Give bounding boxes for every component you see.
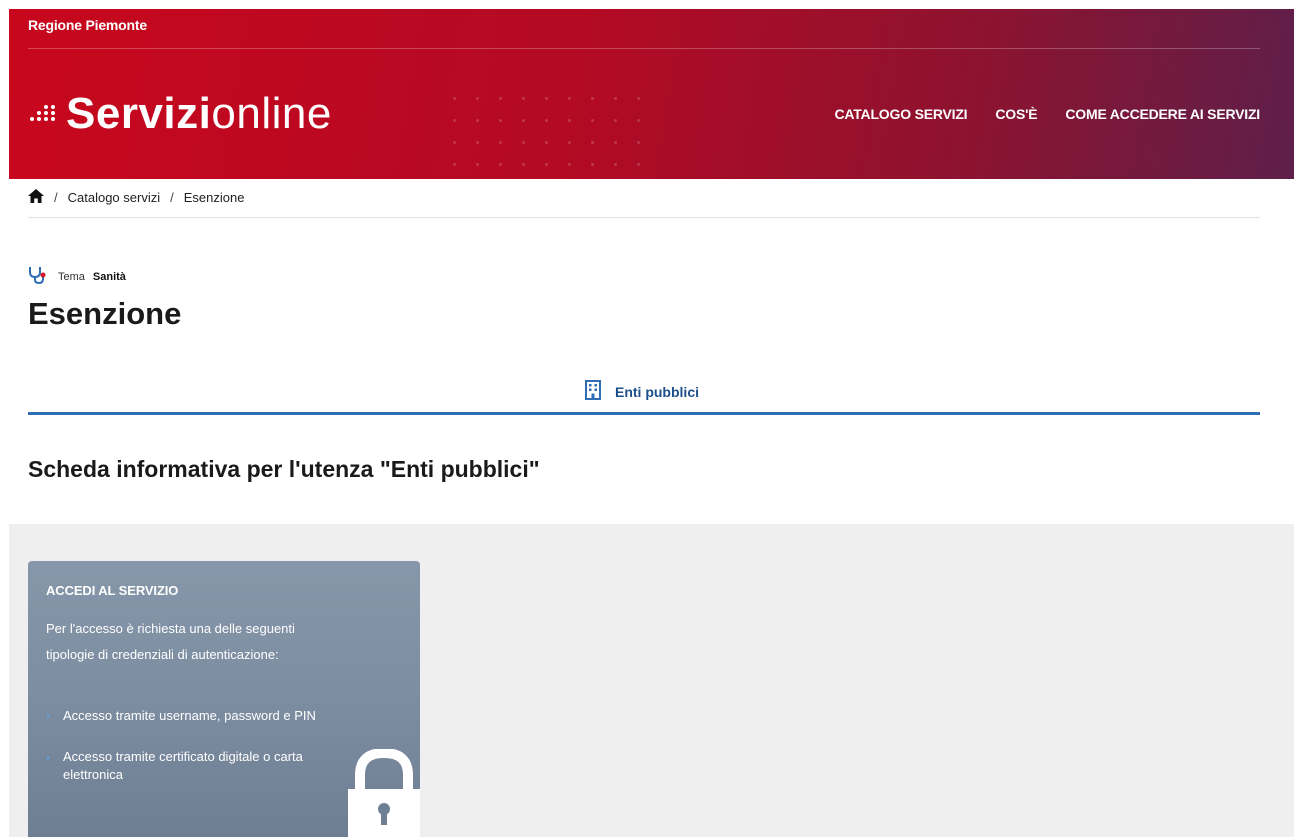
decorative-dot (453, 141, 456, 144)
decorative-dot (522, 119, 525, 122)
decorative-dot (568, 163, 571, 166)
breadcrumb-item-current: Esenzione (183, 190, 245, 205)
decorative-dot (476, 119, 479, 122)
building-icon (585, 380, 601, 403)
decorative-dot (453, 119, 456, 122)
nav-cos-e[interactable]: COS'È (995, 106, 1037, 122)
decorative-dot (637, 119, 640, 122)
decorative-dot (545, 119, 548, 122)
home-icon[interactable] (28, 189, 44, 206)
list-item: › Accesso tramite username, password e PI… (46, 708, 316, 723)
decorative-dot (637, 141, 640, 144)
decorative-dot (476, 163, 479, 166)
card-title: ACCEDI AL SERVIZIO (46, 583, 179, 598)
tab-label: Enti pubblici (615, 383, 699, 400)
decorative-dot (453, 163, 456, 166)
decorative-dot (545, 163, 548, 166)
decorative-dot (591, 141, 594, 144)
decorative-dot (499, 163, 502, 166)
section-subtitle: Scheda informativa per l'utenza "Enti pu… (28, 456, 540, 482)
page-title: Esenzione (28, 296, 182, 331)
decorative-dot (522, 97, 525, 100)
decorative-dot (545, 97, 548, 100)
tab-active-underline (28, 412, 1260, 415)
main-nav: CATALOGO SERVIZI COS'È COME ACCEDERE AI … (834, 106, 1260, 122)
decorative-dot (499, 97, 502, 100)
access-service-card[interactable]: ACCEDI AL SERVIZIO Per l'accesso è richi… (28, 561, 420, 837)
servizionline-logo[interactable]: Servizi online (28, 89, 332, 139)
decorative-dot (453, 97, 456, 100)
decorative-dot (591, 163, 594, 166)
site-header: Regione Piemonte Servizi online CATALOGO … (9, 9, 1294, 179)
decorative-dot (614, 97, 617, 100)
decorative-dot (522, 141, 525, 144)
header-divider (28, 48, 1260, 49)
list-item: › Accesso tramite certificato digitale o … (46, 749, 303, 782)
decorative-dot (476, 97, 479, 100)
breadcrumb-separator: / (170, 190, 174, 205)
credential-list: › Accesso tramite username, password e PI… (46, 707, 316, 807)
theme-value[interactable]: Sanità (93, 271, 126, 283)
decorative-dot (614, 163, 617, 166)
logo-text-strong: Servizi (66, 89, 212, 138)
breadcrumb: / Catalogo servizi / Esenzione (28, 189, 244, 206)
decorative-dot (499, 119, 502, 122)
tab-enti-pubblici[interactable]: Enti pubblici (585, 380, 699, 403)
logo-dots-icon (28, 104, 62, 124)
stethoscope-icon (28, 265, 50, 288)
decorative-dot (499, 141, 502, 144)
chevron-right-icon: › (46, 750, 50, 764)
decorative-dot (568, 119, 571, 122)
nav-come-accedere[interactable]: COME ACCEDERE AI SERVIZI (1065, 106, 1260, 122)
decorative-dot (614, 119, 617, 122)
breadcrumb-divider (28, 217, 1260, 218)
logo-text-light: online (211, 89, 332, 138)
decorative-dot (614, 141, 617, 144)
card-description: Per l'accesso è richiesta una delle segu… (46, 621, 295, 662)
region-name[interactable]: Regione Piemonte (28, 17, 147, 33)
nav-catalogo-servizi[interactable]: CATALOGO SERVIZI (834, 106, 967, 122)
breadcrumb-separator: / (54, 190, 58, 205)
theme-label: Tema Sanità (28, 265, 126, 288)
decorative-dot (568, 141, 571, 144)
decorative-dot-grid (433, 95, 653, 175)
decorative-dot (476, 141, 479, 144)
decorative-dot (637, 97, 640, 100)
decorative-dot (637, 163, 640, 166)
decorative-dot (545, 141, 548, 144)
lock-icon (348, 747, 420, 837)
decorative-dot (568, 97, 571, 100)
decorative-dot (522, 163, 525, 166)
chevron-right-icon: › (46, 709, 50, 723)
decorative-dot (591, 97, 594, 100)
theme-prefix: Tema (58, 270, 85, 283)
breadcrumb-item-catalogo[interactable]: Catalogo servizi (68, 190, 161, 205)
decorative-dot (591, 119, 594, 122)
